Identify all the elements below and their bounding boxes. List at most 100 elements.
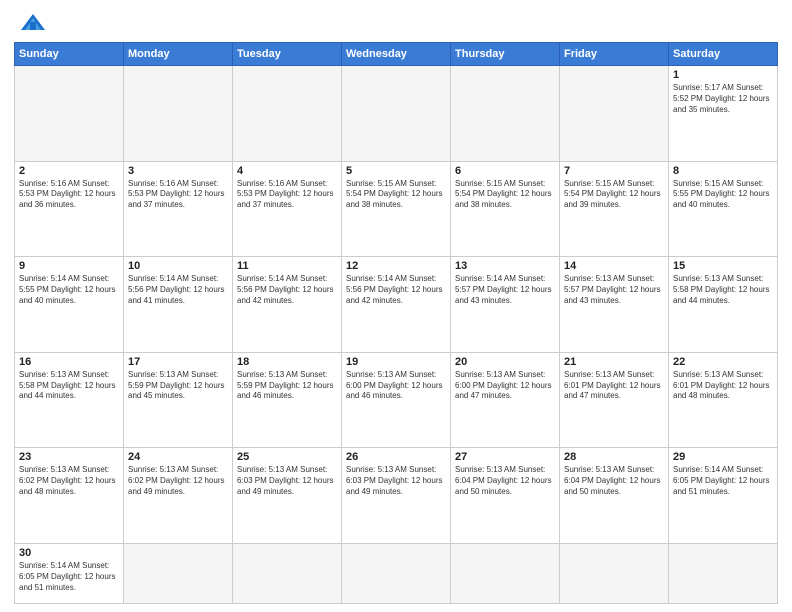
- day-number: 10: [128, 260, 228, 272]
- calendar-cell: 18 Sunrise: 5:13 AM Sunset: 5:59 PM Dayli…: [233, 352, 342, 448]
- day-info: Sunrise: 5:13 AM Sunset: 6:03 PM Dayligh…: [237, 465, 337, 497]
- weekday-tuesday: Tuesday: [233, 43, 342, 66]
- day-info: Sunrise: 5:13 AM Sunset: 5:59 PM Dayligh…: [237, 370, 337, 402]
- day-number: 4: [237, 165, 337, 177]
- week-row-3: 9 Sunrise: 5:14 AM Sunset: 5:55 PM Daylig…: [15, 257, 778, 353]
- day-info: Sunrise: 5:14 AM Sunset: 6:05 PM Dayligh…: [673, 465, 773, 497]
- calendar-cell: 19Sunrise: 5:13 AM Sunset: 6:00 PM Dayli…: [342, 352, 451, 448]
- calendar-cell: 21 Sunrise: 5:13 AM Sunset: 6:01 PM Dayli…: [560, 352, 669, 448]
- calendar-cell: 20Sunrise: 5:13 AM Sunset: 6:00 PM Dayli…: [451, 352, 560, 448]
- calendar-cell: [560, 544, 669, 604]
- calendar-cell: 28 Sunrise: 5:13 AM Sunset: 6:04 PM Dayli…: [560, 448, 669, 544]
- day-number: 26: [346, 451, 446, 463]
- day-info: Sunrise: 5:14 AM Sunset: 5:55 PM Dayligh…: [19, 274, 119, 306]
- day-info: Sunrise: 5:17 AM Sunset: 5:52 PM Dayligh…: [673, 83, 773, 115]
- day-info: Sunrise: 5:15 AM Sunset: 5:54 PM Dayligh…: [564, 179, 664, 211]
- calendar-cell: 15 Sunrise: 5:13 AM Sunset: 5:58 PM Dayli…: [669, 257, 778, 353]
- calendar-cell: [124, 544, 233, 604]
- day-number: 29: [673, 451, 773, 463]
- day-info: Sunrise: 5:13 AM Sunset: 5:58 PM Dayligh…: [19, 370, 119, 402]
- calendar-cell: 16Sunrise: 5:13 AM Sunset: 5:58 PM Dayli…: [15, 352, 124, 448]
- calendar-cell: [233, 66, 342, 162]
- day-info: Sunrise: 5:13 AM Sunset: 6:01 PM Dayligh…: [564, 370, 664, 402]
- day-number: 15: [673, 260, 773, 272]
- day-number: 21: [564, 356, 664, 368]
- day-info: Sunrise: 5:15 AM Sunset: 5:54 PM Dayligh…: [346, 179, 446, 211]
- calendar-cell: 12Sunrise: 5:14 AM Sunset: 5:56 PM Dayli…: [342, 257, 451, 353]
- day-info: Sunrise: 5:13 AM Sunset: 5:57 PM Dayligh…: [564, 274, 664, 306]
- day-number: 1: [673, 69, 773, 81]
- calendar-cell: 25 Sunrise: 5:13 AM Sunset: 6:03 PM Dayli…: [233, 448, 342, 544]
- calendar-cell: [124, 66, 233, 162]
- calendar-cell: [451, 66, 560, 162]
- calendar-cell: 9 Sunrise: 5:14 AM Sunset: 5:55 PM Daylig…: [15, 257, 124, 353]
- week-row-1: 1 Sunrise: 5:17 AM Sunset: 5:52 PM Daylig…: [15, 66, 778, 162]
- calendar-cell: 10 Sunrise: 5:14 AM Sunset: 5:56 PM Dayli…: [124, 257, 233, 353]
- day-info: Sunrise: 5:15 AM Sunset: 5:55 PM Dayligh…: [673, 179, 773, 211]
- header: [14, 12, 778, 34]
- day-number: 17: [128, 356, 228, 368]
- calendar-cell: 7Sunrise: 5:15 AM Sunset: 5:54 PM Daylig…: [560, 161, 669, 257]
- calendar-cell: 26 Sunrise: 5:13 AM Sunset: 6:03 PM Dayli…: [342, 448, 451, 544]
- calendar-cell: [233, 544, 342, 604]
- day-number: 14: [564, 260, 664, 272]
- day-number: 2: [19, 165, 119, 177]
- calendar-cell: 8 Sunrise: 5:15 AM Sunset: 5:55 PM Daylig…: [669, 161, 778, 257]
- calendar-cell: 3Sunrise: 5:16 AM Sunset: 5:53 PM Daylig…: [124, 161, 233, 257]
- day-number: 23: [19, 451, 119, 463]
- weekday-monday: Monday: [124, 43, 233, 66]
- calendar-cell: 5 Sunrise: 5:15 AM Sunset: 5:54 PM Daylig…: [342, 161, 451, 257]
- logo-area: [14, 12, 49, 34]
- calendar-cell: 30Sunrise: 5:14 AM Sunset: 6:05 PM Dayli…: [15, 544, 124, 604]
- calendar-cell: 24Sunrise: 5:13 AM Sunset: 6:02 PM Dayli…: [124, 448, 233, 544]
- day-info: Sunrise: 5:15 AM Sunset: 5:54 PM Dayligh…: [455, 179, 555, 211]
- week-row-5: 23 Sunrise: 5:13 AM Sunset: 6:02 PM Dayli…: [15, 448, 778, 544]
- logo-icon: [19, 12, 47, 34]
- calendar-cell: 29 Sunrise: 5:14 AM Sunset: 6:05 PM Dayli…: [669, 448, 778, 544]
- day-number: 9: [19, 260, 119, 272]
- day-number: 25: [237, 451, 337, 463]
- day-number: 18: [237, 356, 337, 368]
- day-info: Sunrise: 5:13 AM Sunset: 6:03 PM Dayligh…: [346, 465, 446, 497]
- day-info: Sunrise: 5:13 AM Sunset: 6:04 PM Dayligh…: [564, 465, 664, 497]
- day-number: 12: [346, 260, 446, 272]
- calendar-cell: 27Sunrise: 5:13 AM Sunset: 6:04 PM Dayli…: [451, 448, 560, 544]
- calendar-cell: 13 Sunrise: 5:14 AM Sunset: 5:57 PM Dayli…: [451, 257, 560, 353]
- day-number: 22: [673, 356, 773, 368]
- week-row-2: 2 Sunrise: 5:16 AM Sunset: 5:53 PM Daylig…: [15, 161, 778, 257]
- day-info: Sunrise: 5:13 AM Sunset: 6:01 PM Dayligh…: [673, 370, 773, 402]
- calendar-cell: 11Sunrise: 5:14 AM Sunset: 5:56 PM Dayli…: [233, 257, 342, 353]
- day-info: Sunrise: 5:13 AM Sunset: 6:02 PM Dayligh…: [128, 465, 228, 497]
- calendar-cell: 6Sunrise: 5:15 AM Sunset: 5:54 PM Daylig…: [451, 161, 560, 257]
- day-info: Sunrise: 5:16 AM Sunset: 5:53 PM Dayligh…: [128, 179, 228, 211]
- week-row-4: 16Sunrise: 5:13 AM Sunset: 5:58 PM Dayli…: [15, 352, 778, 448]
- calendar-cell: 17 Sunrise: 5:13 AM Sunset: 5:59 PM Dayli…: [124, 352, 233, 448]
- calendar-cell: [15, 66, 124, 162]
- calendar-cell: [342, 66, 451, 162]
- page: SundayMondayTuesdayWednesdayThursdayFrid…: [0, 0, 792, 612]
- weekday-friday: Friday: [560, 43, 669, 66]
- calendar-cell: 4Sunrise: 5:16 AM Sunset: 5:53 PM Daylig…: [233, 161, 342, 257]
- calendar-cell: [560, 66, 669, 162]
- week-row-6: 30Sunrise: 5:14 AM Sunset: 6:05 PM Dayli…: [15, 544, 778, 604]
- calendar-cell: 23Sunrise: 5:13 AM Sunset: 6:02 PM Dayli…: [15, 448, 124, 544]
- calendar-cell: [669, 544, 778, 604]
- calendar-cell: [451, 544, 560, 604]
- calendar-cell: [342, 544, 451, 604]
- day-info: Sunrise: 5:14 AM Sunset: 6:05 PM Dayligh…: [19, 561, 119, 593]
- calendar-cell: 2Sunrise: 5:16 AM Sunset: 5:53 PM Daylig…: [15, 161, 124, 257]
- calendar-cell: 22 Sunrise: 5:13 AM Sunset: 6:01 PM Dayli…: [669, 352, 778, 448]
- day-number: 20: [455, 356, 555, 368]
- day-info: Sunrise: 5:13 AM Sunset: 6:04 PM Dayligh…: [455, 465, 555, 497]
- day-number: 28: [564, 451, 664, 463]
- day-number: 5: [346, 165, 446, 177]
- day-info: Sunrise: 5:14 AM Sunset: 5:56 PM Dayligh…: [128, 274, 228, 306]
- day-info: Sunrise: 5:13 AM Sunset: 5:59 PM Dayligh…: [128, 370, 228, 402]
- day-number: 13: [455, 260, 555, 272]
- day-number: 8: [673, 165, 773, 177]
- weekday-header-row: SundayMondayTuesdayWednesdayThursdayFrid…: [15, 43, 778, 66]
- day-number: 11: [237, 260, 337, 272]
- day-info: Sunrise: 5:13 AM Sunset: 5:58 PM Dayligh…: [673, 274, 773, 306]
- calendar-cell: 14 Sunrise: 5:13 AM Sunset: 5:57 PM Dayli…: [560, 257, 669, 353]
- day-info: Sunrise: 5:14 AM Sunset: 5:57 PM Dayligh…: [455, 274, 555, 306]
